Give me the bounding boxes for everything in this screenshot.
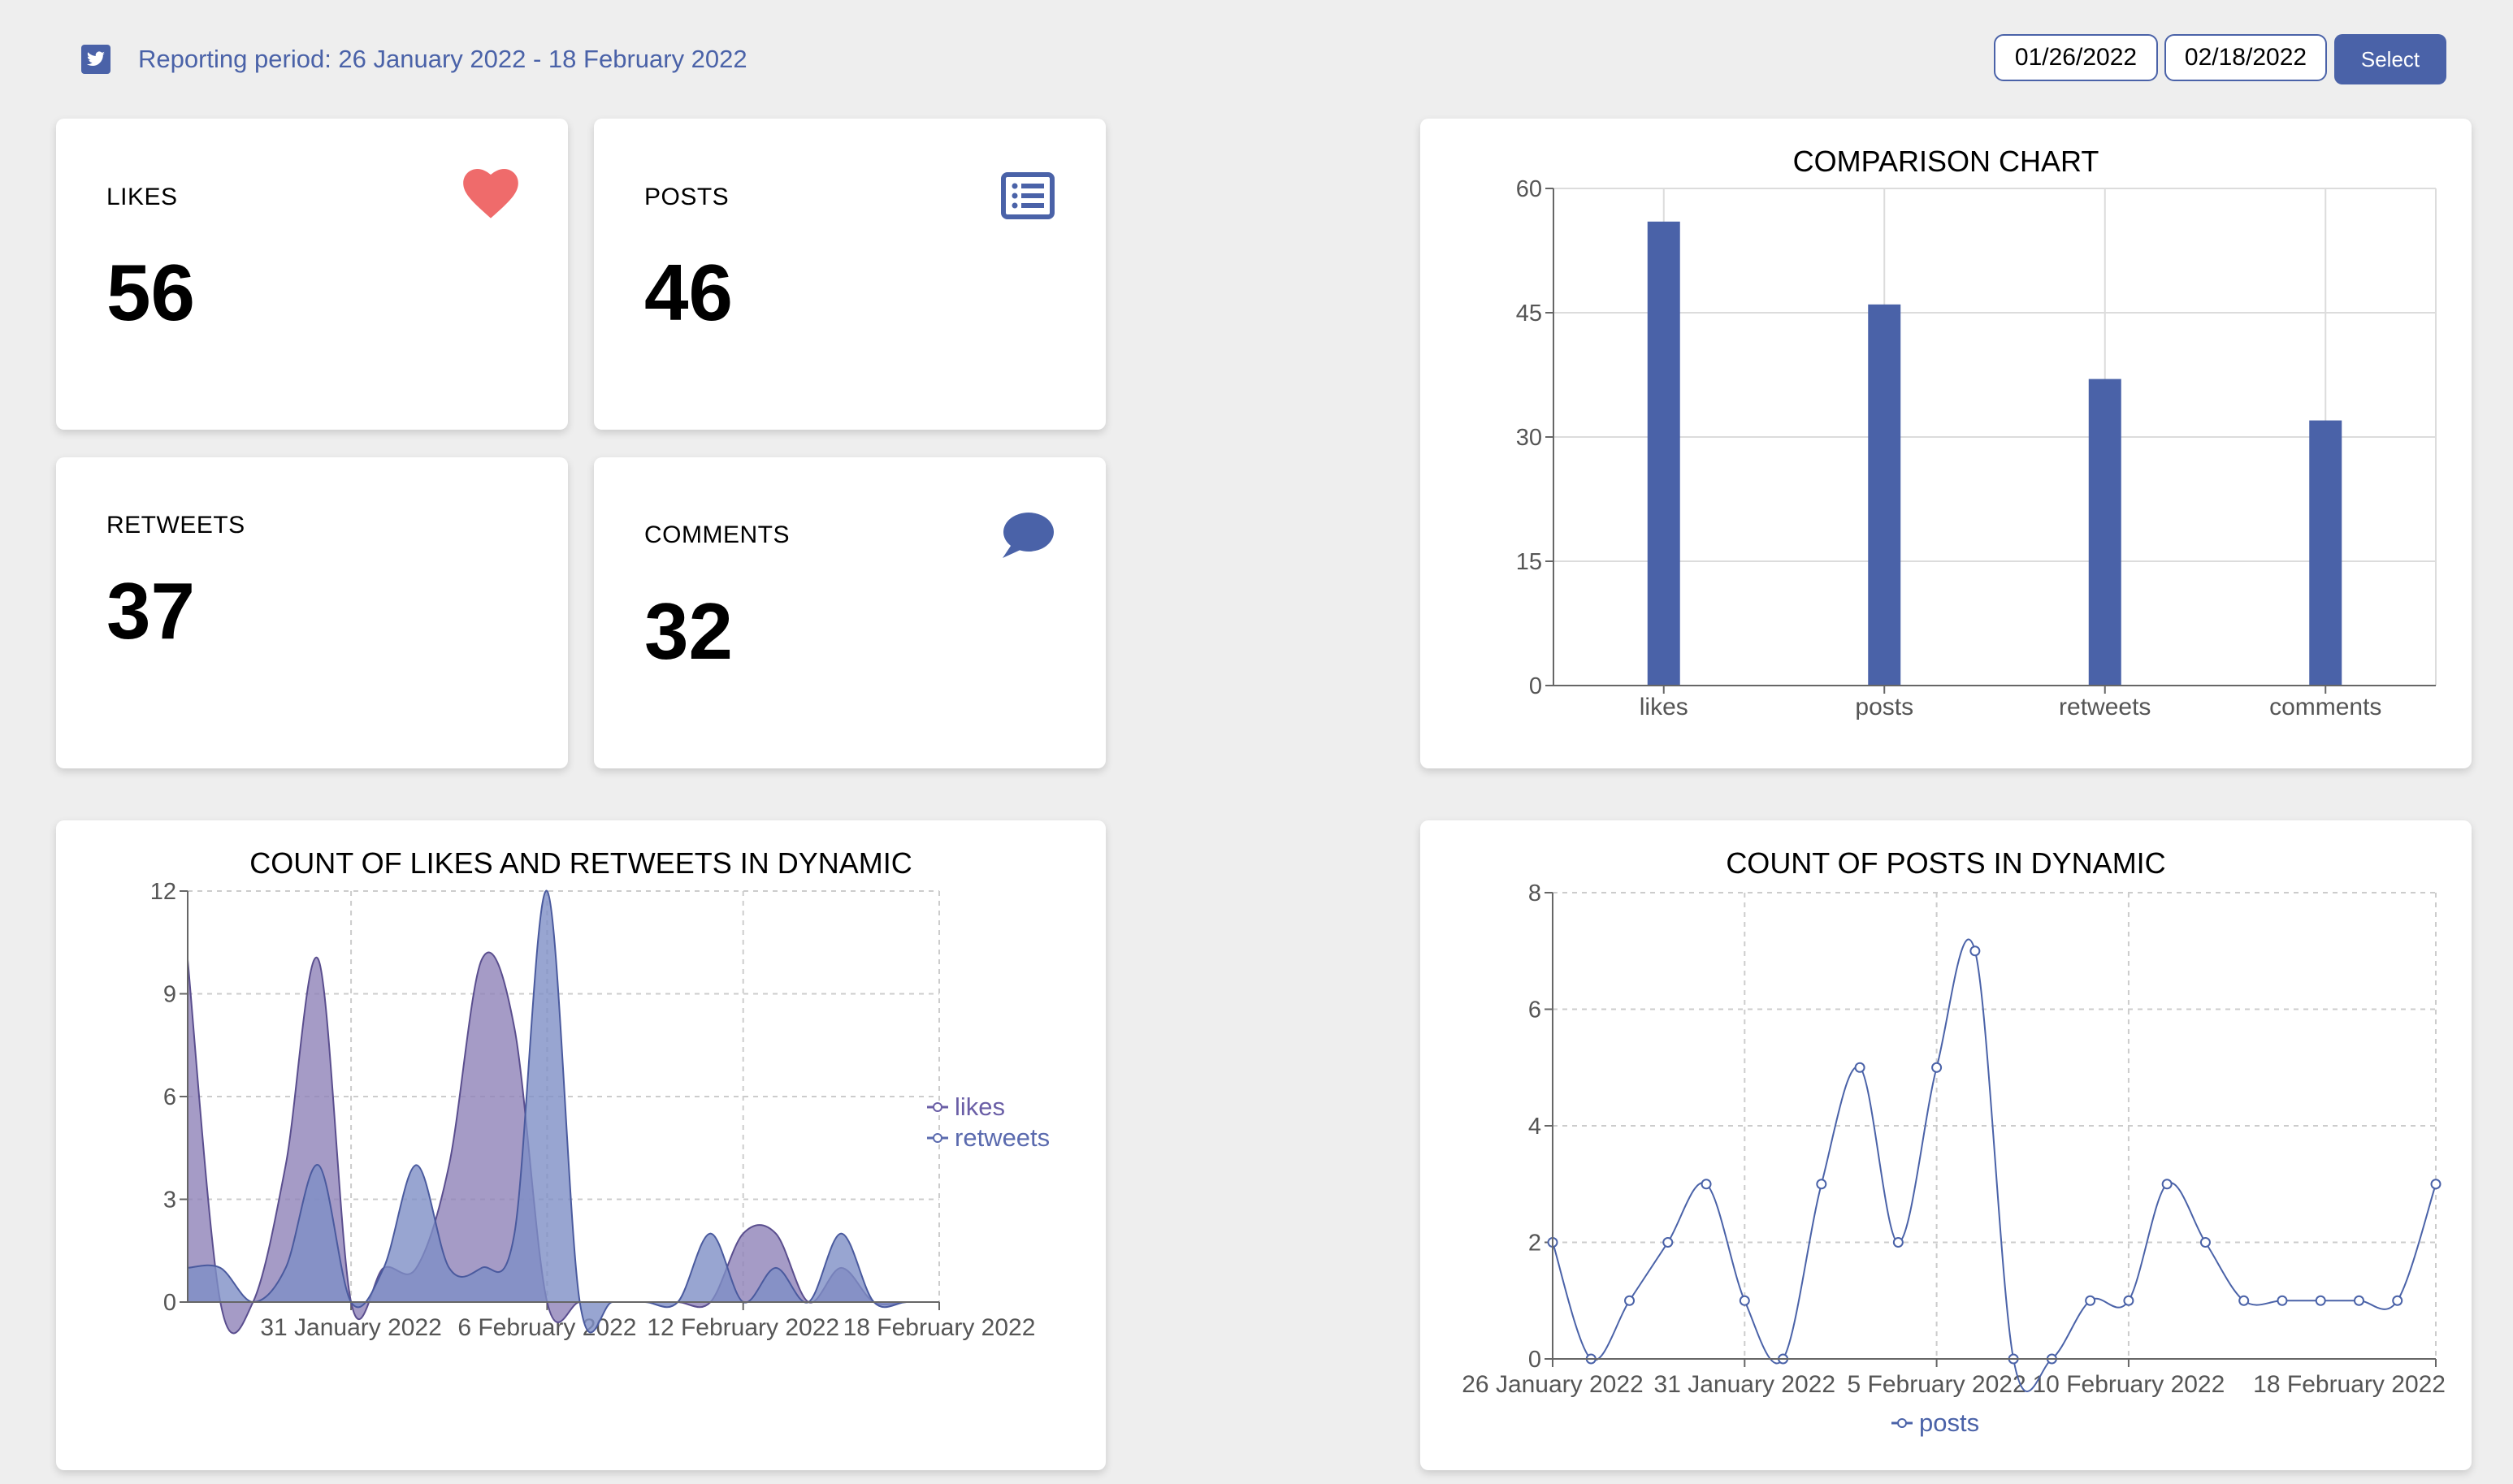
bar-posts bbox=[1868, 304, 1901, 686]
posts-chart-card: COUNT OF POSTS IN DYNAMIC 0 2 4 6 8 26 Januar… bbox=[1420, 820, 2472, 1470]
posts-point bbox=[1739, 1295, 1750, 1306]
comparison-chart: 0 15 30 45 60 likes posts retweets comments bbox=[1516, 176, 2437, 720]
posts-x-tick-label: 31 January 2022 bbox=[1654, 1371, 1836, 1398]
posts-card: POSTS 46 bbox=[594, 119, 1106, 430]
legend-marker-likes bbox=[933, 1102, 942, 1112]
bar-x-tick-label: likes bbox=[1640, 694, 1688, 720]
date-to-input[interactable]: 02/18/2022 bbox=[2164, 34, 2327, 81]
date-from-input[interactable]: 01/26/2022 bbox=[1994, 34, 2158, 81]
likes-card: LIKES 56 bbox=[56, 119, 568, 430]
posts-point bbox=[1662, 1237, 1674, 1248]
twitter-icon bbox=[81, 45, 110, 74]
posts-point bbox=[1701, 1179, 1712, 1190]
bar-comments bbox=[2309, 420, 2342, 686]
posts-point bbox=[2161, 1179, 2173, 1190]
posts-point bbox=[1969, 945, 1981, 957]
area-y-tick-label: 6 bbox=[163, 1084, 176, 1110]
posts-point bbox=[2277, 1295, 2288, 1306]
posts-label: POSTS bbox=[644, 184, 730, 210]
posts-point bbox=[1931, 1062, 1943, 1073]
area-y-tick-label: 3 bbox=[163, 1188, 176, 1214]
posts-point bbox=[2430, 1179, 2442, 1190]
area-x-tick-label: 31 January 2022 bbox=[260, 1314, 442, 1341]
bar-x-tick-label: posts bbox=[1855, 694, 1913, 720]
heart-icon bbox=[463, 169, 518, 218]
bar-y-tick-label: 15 bbox=[1516, 549, 1542, 575]
likes-label: LIKES bbox=[106, 184, 178, 210]
posts-point bbox=[1854, 1062, 1865, 1073]
comments-label: COMMENTS bbox=[644, 521, 790, 548]
bar-y-tick-label: 60 bbox=[1516, 176, 1542, 202]
posts-x-tick-label: 26 January 2022 bbox=[1462, 1371, 1644, 1398]
reporting-period-text: Reporting period: 26 January 2022 - 18 F… bbox=[138, 45, 747, 73]
speech-bubble-icon bbox=[1003, 513, 1054, 558]
bar-x-tick-label: retweets bbox=[2059, 694, 2151, 720]
area-y-tick-label: 9 bbox=[163, 982, 176, 1008]
retweets-label: RETWEETS bbox=[106, 512, 245, 539]
legend-label-retweets: retweets bbox=[955, 1123, 1050, 1152]
posts-point bbox=[1892, 1237, 1904, 1248]
area-x-tick-label: 12 February 2022 bbox=[647, 1314, 839, 1341]
legend-marker-retweets bbox=[933, 1133, 942, 1143]
area-y-tick-label: 0 bbox=[163, 1290, 176, 1316]
comparison-chart-card: COMPARISON CHART 0 15 30 45 60 likes posts retw… bbox=[1420, 119, 2472, 768]
bar-y-tick-label: 30 bbox=[1516, 425, 1542, 451]
legend-marker-posts bbox=[1897, 1418, 1907, 1428]
likes-retweets-chart-card: COUNT OF LIKES AND RETWEETS IN DYNAMIC 0… bbox=[56, 820, 1106, 1470]
area-y-tick-label: 12 bbox=[150, 879, 176, 905]
legend-label-likes: likes bbox=[955, 1092, 1005, 1121]
posts-point bbox=[1816, 1179, 1827, 1190]
bar-retweets bbox=[2088, 379, 2121, 686]
line-posts bbox=[1552, 938, 2437, 1393]
bar-likes bbox=[1647, 221, 1680, 686]
posts-y-tick-label: 6 bbox=[1528, 997, 1541, 1023]
posts-point bbox=[2353, 1295, 2364, 1306]
posts-x-tick-label: 5 February 2022 bbox=[1848, 1371, 2026, 1398]
posts-value: 46 bbox=[644, 248, 734, 337]
likes-retweets-chart: 0 3 6 9 12 31 January 2022 6 February 2022 12 F… bbox=[150, 879, 1050, 1341]
likes-value: 56 bbox=[106, 248, 196, 337]
posts-y-tick-label: 8 bbox=[1528, 880, 1541, 906]
bar-x-tick-label: comments bbox=[2269, 694, 2381, 720]
retweets-value: 37 bbox=[106, 566, 196, 655]
posts-point bbox=[2123, 1295, 2134, 1306]
area-x-tick-label: 6 February 2022 bbox=[457, 1314, 636, 1341]
select-button[interactable]: Select bbox=[2334, 34, 2446, 84]
list-icon bbox=[1001, 172, 1055, 219]
posts-point bbox=[1624, 1295, 1636, 1306]
posts-y-tick-label: 4 bbox=[1528, 1114, 1541, 1140]
comments-value: 32 bbox=[644, 586, 734, 676]
posts-point bbox=[2085, 1295, 2096, 1306]
posts-x-tick-label: 18 February 2022 bbox=[2253, 1371, 2446, 1398]
posts-x-tick-label: 10 February 2022 bbox=[2032, 1371, 2225, 1398]
posts-y-tick-label: 2 bbox=[1528, 1231, 1541, 1257]
legend-label-posts: posts bbox=[1919, 1408, 1979, 1437]
bar-y-tick-label: 0 bbox=[1529, 673, 1542, 699]
posts-point bbox=[2315, 1295, 2326, 1306]
bar-y-tick-label: 45 bbox=[1516, 301, 1542, 327]
reporting-header: Reporting period: 26 January 2022 - 18 F… bbox=[81, 39, 747, 80]
retweets-card: RETWEETS 37 bbox=[56, 457, 568, 768]
posts-y-tick-label: 0 bbox=[1528, 1347, 1541, 1373]
area-x-tick-label: 18 February 2022 bbox=[843, 1314, 1036, 1341]
posts-point bbox=[2199, 1237, 2211, 1248]
posts-chart: 0 2 4 6 8 26 January 2022 31 January 2022 5 Feb… bbox=[1462, 880, 2446, 1437]
posts-point bbox=[2238, 1295, 2250, 1306]
posts-point bbox=[2392, 1295, 2403, 1306]
comments-card: COMMENTS 32 bbox=[594, 457, 1106, 768]
